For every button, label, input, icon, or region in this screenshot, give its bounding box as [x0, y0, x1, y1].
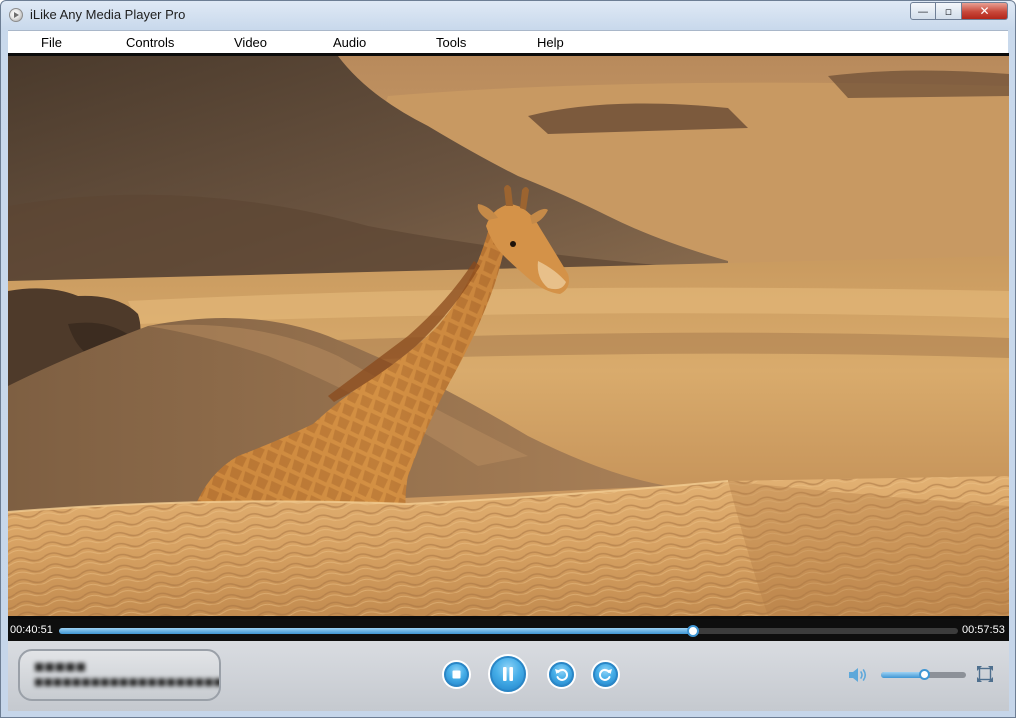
media-info-details: ■■■■■■■■■■■■■■■■■■■■■■ — [34, 677, 219, 688]
media-info-panel: ■■■■■ ■■■■■■■■■■■■■■■■■■■■■■ — [18, 649, 221, 701]
rewind-button[interactable] — [549, 662, 574, 687]
maximize-button[interactable]: ▫ — [936, 2, 962, 20]
rewind-icon — [555, 668, 569, 681]
minimize-button[interactable]: — — [910, 2, 936, 20]
control-bar: ■■■■■ ■■■■■■■■■■■■■■■■■■■■■■ — [8, 641, 1009, 711]
menu-controls[interactable]: Controls — [126, 35, 174, 50]
menu-bar: File Controls Video Audio Tools Help — [8, 30, 1008, 53]
total-time: 00:57:53 — [962, 624, 1005, 636]
seek-bar: 00:40:51 00:57:53 — [8, 619, 1009, 641]
pause-button[interactable] — [490, 656, 526, 692]
fullscreen-icon[interactable] — [976, 665, 994, 683]
video-scene-image — [8, 56, 1009, 616]
pause-icon — [503, 667, 513, 681]
window-controls: — ▫ ✕ — [910, 2, 1008, 20]
menu-audio[interactable]: Audio — [333, 35, 366, 50]
menu-help[interactable]: Help — [537, 35, 564, 50]
progress-fill — [59, 628, 693, 634]
window-title: iLike Any Media Player Pro — [30, 7, 186, 22]
volume-fill — [881, 672, 924, 678]
progress-thumb[interactable] — [686, 625, 699, 637]
stop-icon — [452, 670, 461, 679]
volume-slider[interactable] — [881, 669, 966, 680]
menu-file[interactable]: File — [41, 35, 62, 50]
menu-tools[interactable]: Tools — [436, 35, 466, 50]
forward-button[interactable] — [593, 662, 618, 687]
app-logo-icon — [9, 8, 23, 22]
app-window: iLike Any Media Player Pro — ▫ ✕ File Co… — [0, 0, 1016, 718]
video-display[interactable] — [8, 53, 1009, 619]
volume-thumb[interactable] — [918, 669, 930, 680]
progress-track[interactable] — [59, 625, 958, 637]
menu-video[interactable]: Video — [234, 35, 267, 50]
stop-button[interactable] — [444, 662, 469, 687]
current-time: 00:40:51 — [10, 624, 53, 636]
speaker-icon[interactable] — [847, 665, 869, 685]
close-button[interactable]: ✕ — [962, 2, 1008, 20]
media-info-title: ■■■■■ — [34, 660, 86, 673]
title-bar[interactable]: iLike Any Media Player Pro — ▫ ✕ — [1, 1, 1015, 30]
video-frame — [8, 56, 1009, 616]
forward-icon — [598, 668, 612, 681]
